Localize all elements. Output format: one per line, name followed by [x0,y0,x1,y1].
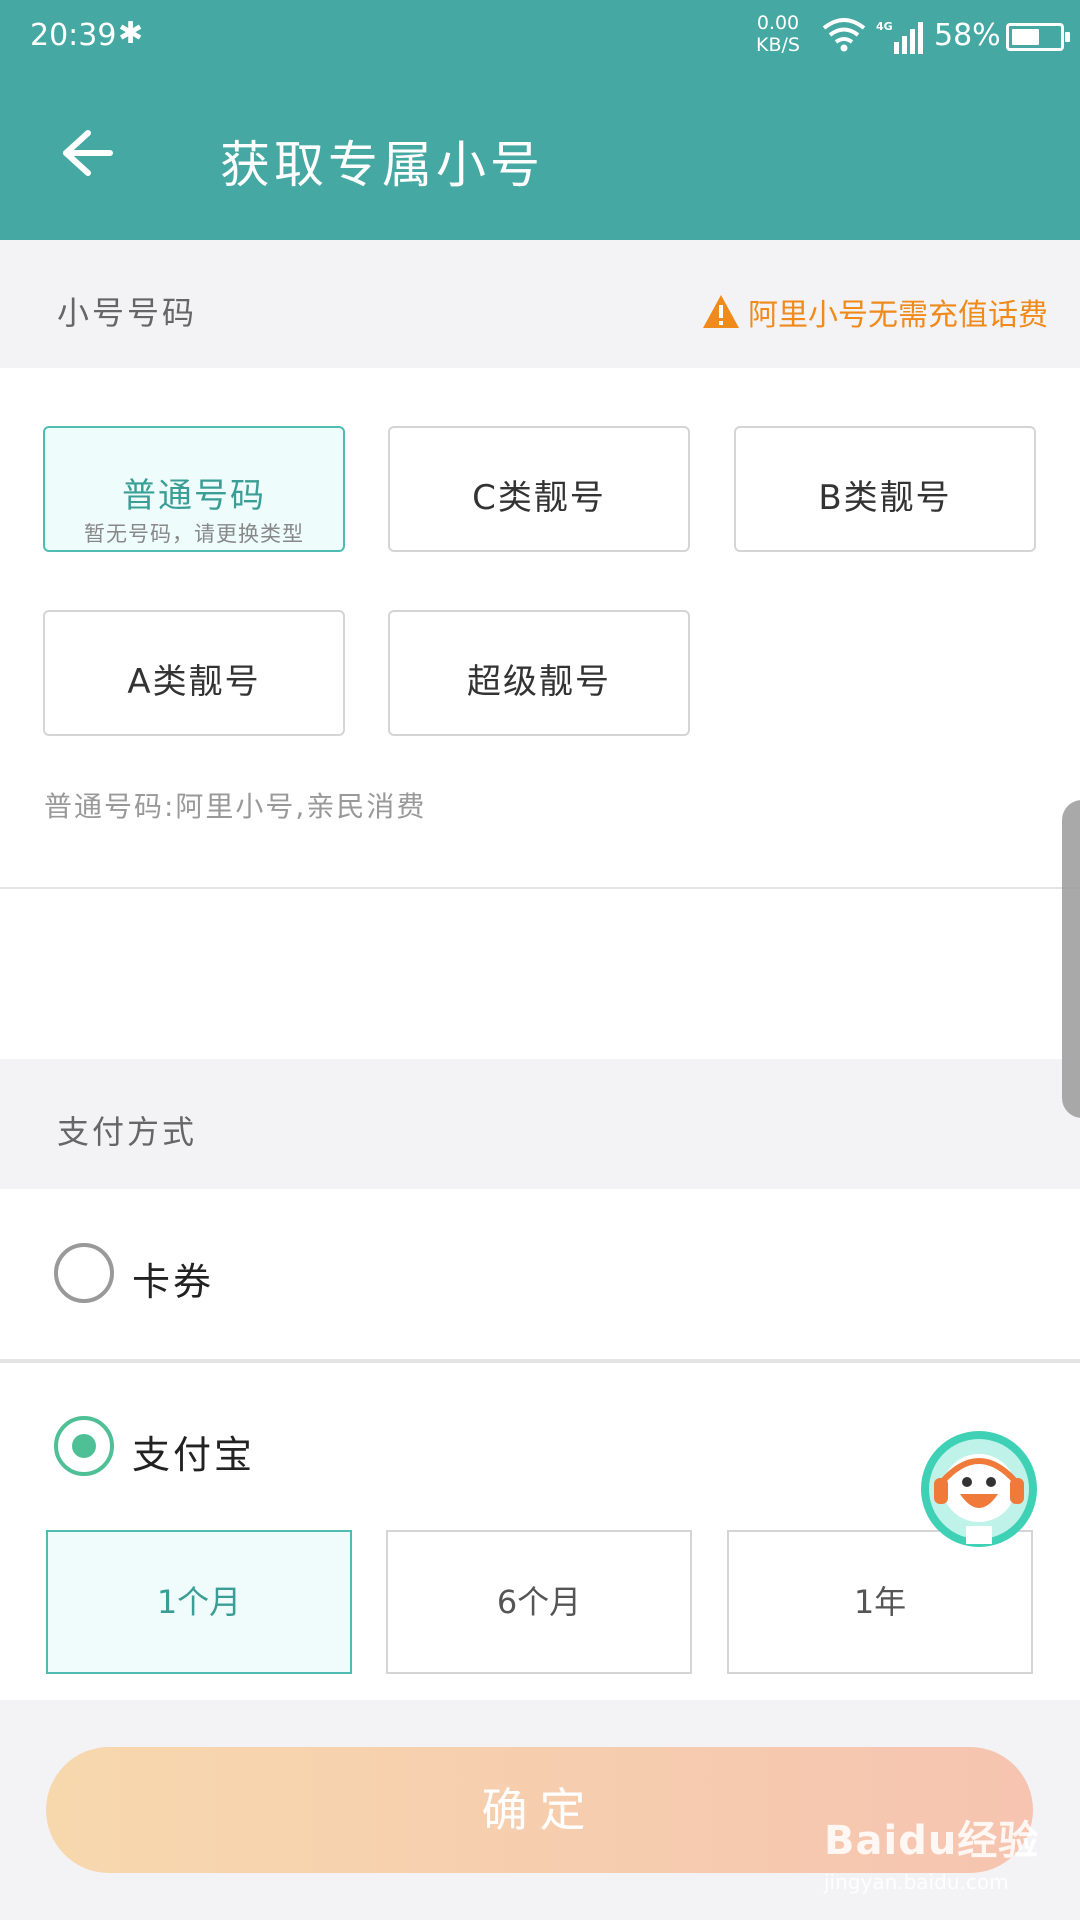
customer-service-mascot-icon[interactable] [920,1430,1038,1548]
net-speed-value: 0.00 [756,12,800,34]
payment-section-header: 支付方式 [0,1059,1080,1189]
net-speed-unit: KB/S [756,34,800,56]
number-type-label: 普通号码 [122,476,266,516]
recharge-warning: 阿里小号无需充值话费 [702,290,1048,334]
watermark-brand: Baidu经验 [824,1818,1040,1864]
alipay-radio[interactable] [54,1416,114,1476]
side-drawer-handle[interactable] [1062,800,1080,1118]
warning-icon [703,295,739,328]
coupon-radio[interactable] [54,1243,114,1303]
number-type-b[interactable]: B类靓号 [734,426,1036,552]
status-time: 20:39 [30,18,117,53]
bluetooth-icon: ✱ [118,16,144,51]
blank-panel [0,889,1080,1059]
app-header: 获取专属小号 [0,75,1080,240]
period-1-year[interactable]: 1年 [727,1530,1033,1674]
number-type-label: A类靓号 [127,662,261,702]
battery-percent: 58% [934,18,1001,53]
cell-signal-icon: 4G [876,20,923,54]
battery-tip [1065,32,1070,42]
number-type-label: B类靓号 [818,478,952,518]
watermark-url: jingyan.baidu.com [824,1870,1009,1894]
number-type-label: C类靓号 [472,478,606,518]
watermark: Baidu经验 jingyan.baidu.com [824,1808,1039,1894]
number-type-c[interactable]: C类靓号 [388,426,690,552]
battery-level [1012,29,1039,45]
payment-method-label: 支付宝 [132,1433,256,1477]
number-type-regular[interactable]: 普通号码 暂无号码，请更换类型 [43,426,345,552]
number-type-description: 普通号码:阿里小号,亲民消费 [44,790,427,823]
wifi-icon [822,18,866,52]
net-speed: 0.00 KB/S [756,12,800,56]
page-title: 获取专属小号 [220,136,544,194]
battery-icon [1006,23,1070,51]
number-section-label: 小号号码 [57,294,198,332]
payment-method-label: 卡券 [132,1260,215,1304]
back-arrow-icon[interactable] [58,129,114,177]
number-type-super[interactable]: 超级靓号 [388,610,690,736]
period-6-months[interactable]: 6个月 [386,1530,692,1674]
network-type-label: 4G [876,20,893,33]
period-1-month[interactable]: 1个月 [46,1530,352,1674]
status-bar: 20:39 ✱ 0.00 KB/S 4G 58% [0,0,1080,75]
warning-text: 阿里小号无需充值话费 [748,298,1048,333]
number-type-label: 超级靓号 [467,662,611,702]
payment-section-label: 支付方式 [57,1113,198,1151]
number-type-a[interactable]: A类靓号 [43,610,345,736]
payment-method-coupon[interactable]: 卡券 [0,1189,1080,1359]
number-type-sub: 暂无号码，请更换类型 [84,522,304,546]
